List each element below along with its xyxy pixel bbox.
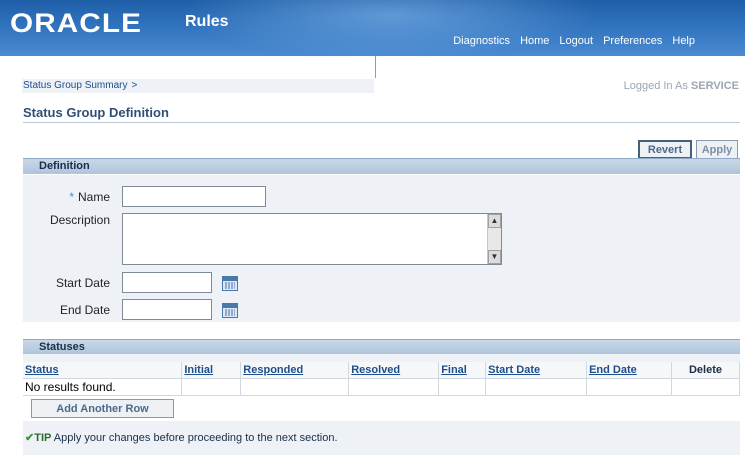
logged-in-user: SERVICE (690, 80, 739, 92)
table-header-row: Status Initial Responded Resolved Final … (23, 362, 741, 379)
name-label: * Name (0, 190, 110, 204)
logged-in-as: Logged In As SERVICE (624, 80, 739, 92)
column-responded[interactable]: Responded (240, 362, 350, 379)
nav-preferences[interactable]: Preferences (603, 35, 662, 47)
tip-label: TIP (34, 432, 52, 444)
column-status[interactable]: Status (23, 362, 183, 379)
statuses-section-header: Statuses (23, 339, 740, 355)
scroll-up-icon[interactable]: ▲ (488, 214, 501, 228)
column-resolved[interactable]: Resolved (348, 362, 440, 379)
name-field[interactable] (122, 186, 266, 207)
page-title: Status Group Definition (23, 105, 169, 120)
end-date-field[interactable] (122, 299, 212, 320)
tip-text: Apply your changes before proceeding to … (53, 432, 338, 444)
nav-diagnostics[interactable]: Diagnostics (453, 35, 510, 47)
app-header: ORACLE Rules Diagnostics Home Logout Pre… (0, 0, 745, 56)
add-another-row-button[interactable]: Add Another Row (31, 399, 174, 418)
required-marker: * (69, 190, 74, 204)
nav-help[interactable]: Help (672, 35, 695, 47)
column-initial[interactable]: Initial (181, 362, 242, 379)
start-date-field[interactable] (122, 272, 212, 293)
app-name: Rules (185, 13, 229, 30)
table-row: No results found. (23, 378, 741, 396)
definition-section-header: Definition (23, 158, 740, 174)
revert-button[interactable]: Revert (638, 140, 692, 159)
description-label: Description (49, 213, 110, 227)
column-delete: Delete (671, 362, 741, 379)
description-scrollbar[interactable]: ▲ ▼ (487, 214, 501, 264)
breadcrumb-separator: > (131, 80, 138, 91)
header-glow (180, 0, 600, 56)
column-final[interactable]: Final (438, 362, 487, 379)
apply-button[interactable]: Apply (696, 140, 738, 159)
title-divider (23, 122, 740, 123)
checkmark-icon: ✔ (25, 432, 35, 444)
description-field[interactable]: ▲ ▼ (122, 213, 502, 265)
oracle-logo: ORACLE (10, 8, 142, 38)
breadcrumb: Status Group Summary > (23, 80, 137, 91)
nav-home[interactable]: Home (520, 35, 549, 47)
tip-message: ✔TIP Apply your changes before proceedin… (25, 431, 338, 444)
calendar-icon[interactable] (222, 303, 238, 318)
scroll-down-icon[interactable]: ▼ (488, 250, 501, 264)
statuses-table: Status Initial Responded Resolved Final … (23, 362, 741, 396)
nav-logout[interactable]: Logout (559, 35, 593, 47)
empty-message: No results found. (23, 378, 183, 396)
global-nav: Diagnostics Home Logout Preferences Help (453, 35, 695, 47)
logged-in-label: Logged In As (623, 80, 688, 92)
calendar-icon[interactable] (222, 276, 238, 291)
header-tab-edge (0, 56, 376, 78)
breadcrumb-status-group-summary[interactable]: Status Group Summary (23, 80, 127, 91)
column-start-date[interactable]: Start Date (485, 362, 588, 379)
end-date-label: End Date (59, 303, 110, 317)
column-end-date[interactable]: End Date (586, 362, 672, 379)
start-date-label: Start Date (55, 276, 110, 290)
name-label-text: Name (77, 190, 110, 204)
